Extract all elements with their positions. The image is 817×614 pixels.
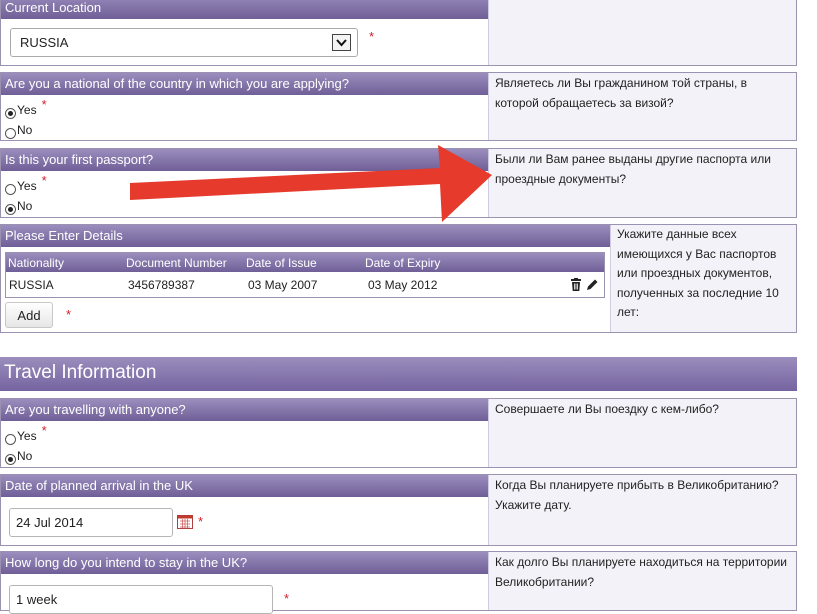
calendar-icon[interactable] [177,514,193,529]
table-row: RUSSIA 3456789387 03 May 2007 03 May 201… [6,272,604,297]
current-location-value: RUSSIA [20,35,69,50]
details-label: Please Enter Details [1,225,610,247]
radio-button[interactable] [5,203,16,215]
national-question: Are you a national of the country in whi… [1,73,488,95]
details-section: Please Enter Details Укажите данные всех… [0,224,797,333]
documents-table: Nationality Document Number Date of Issu… [5,252,605,298]
trash-icon[interactable] [570,278,582,291]
travelling-with-help: Совершаете ли Вы поездку с кем-либо? [488,399,796,467]
table-header: Nationality Document Number Date of Issu… [6,253,604,272]
dropdown-toggle[interactable] [332,34,351,51]
national-section: Are you a national of the country in whi… [0,72,797,141]
required-mark: * [369,29,375,44]
stay-duration-input[interactable]: 1 week [9,585,273,614]
option-label: Yes [17,179,37,193]
radio-button[interactable] [5,127,16,139]
cell-date-of-issue: 03 May 2007 [248,278,318,292]
option-label: Yes [17,103,37,117]
option-label: Yes [17,429,37,443]
required-mark: * [66,307,72,322]
option-label: No [17,123,33,137]
details-help: Укажите данные всех имеющихся у Вас пасп… [610,225,796,332]
required-mark: * [41,423,47,438]
arrival-question: Date of planned arrival in the UK [1,475,488,497]
national-yes-option[interactable]: Yes * [5,97,47,119]
stay-section: How long do you intend to stay in the UK… [0,551,797,614]
first-passport-no-option[interactable]: No [5,197,32,215]
stay-question: How long do you intend to stay in the UK… [1,552,488,574]
required-mark: * [284,591,290,606]
arrival-help: Когда Вы планируете прибыть в Великобрит… [488,475,796,545]
add-document-button[interactable]: Add [5,302,53,328]
current-location-section: Current Location RUSSIA * [0,0,797,66]
radio-button[interactable] [5,453,16,465]
national-no-option[interactable]: No [5,121,32,139]
travelling-with-no-option[interactable]: No [5,447,32,465]
current-location-label: Current Location [1,0,488,19]
option-label: No [17,199,33,213]
travelling-with-question: Are you travelling with anyone? [1,399,488,421]
arrival-date-input[interactable]: 24 Jul 2014 [9,508,173,537]
cell-nationality: RUSSIA [9,278,54,292]
stay-duration-value: 1 week [16,592,58,607]
first-passport-help: Были ли Вам ранее выданы другие паспорта… [488,149,796,217]
cell-document-number: 3456789387 [128,278,195,292]
required-mark: * [41,97,47,112]
section-title: Travel Information [0,357,797,391]
column-header: Date of Expiry [365,256,441,270]
chevron-down-icon [336,38,347,46]
first-passport-section: Is this your first passport? Были ли Вам… [0,148,797,218]
current-location-select[interactable]: RUSSIA [10,28,358,57]
first-passport-yes-option[interactable]: Yes * [5,173,47,195]
required-mark: * [41,173,47,188]
stay-help: Как долго Вы планируете находиться на те… [488,552,796,610]
travelling-with-section: Are you travelling with anyone? Совершае… [0,398,797,468]
radio-button[interactable] [5,433,16,445]
pencil-icon[interactable] [586,278,599,291]
cell-date-of-expiry: 03 May 2012 [368,278,438,292]
column-header: Nationality [8,256,65,270]
current-location-help [488,0,796,65]
travelling-with-yes-option[interactable]: Yes * [5,423,47,445]
arrival-section: Date of planned arrival in the UK Когда … [0,474,797,546]
required-mark: * [198,514,204,529]
national-help: Являетесь ли Вы гражданином той страны, … [488,73,796,140]
radio-button[interactable] [5,107,16,119]
option-label: No [17,449,33,463]
first-passport-question: Is this your first passport? [1,149,488,171]
column-header: Document Number [126,256,227,270]
column-header: Date of Issue [246,256,317,270]
arrival-date-value: 24 Jul 2014 [16,515,84,530]
radio-button[interactable] [5,183,16,195]
